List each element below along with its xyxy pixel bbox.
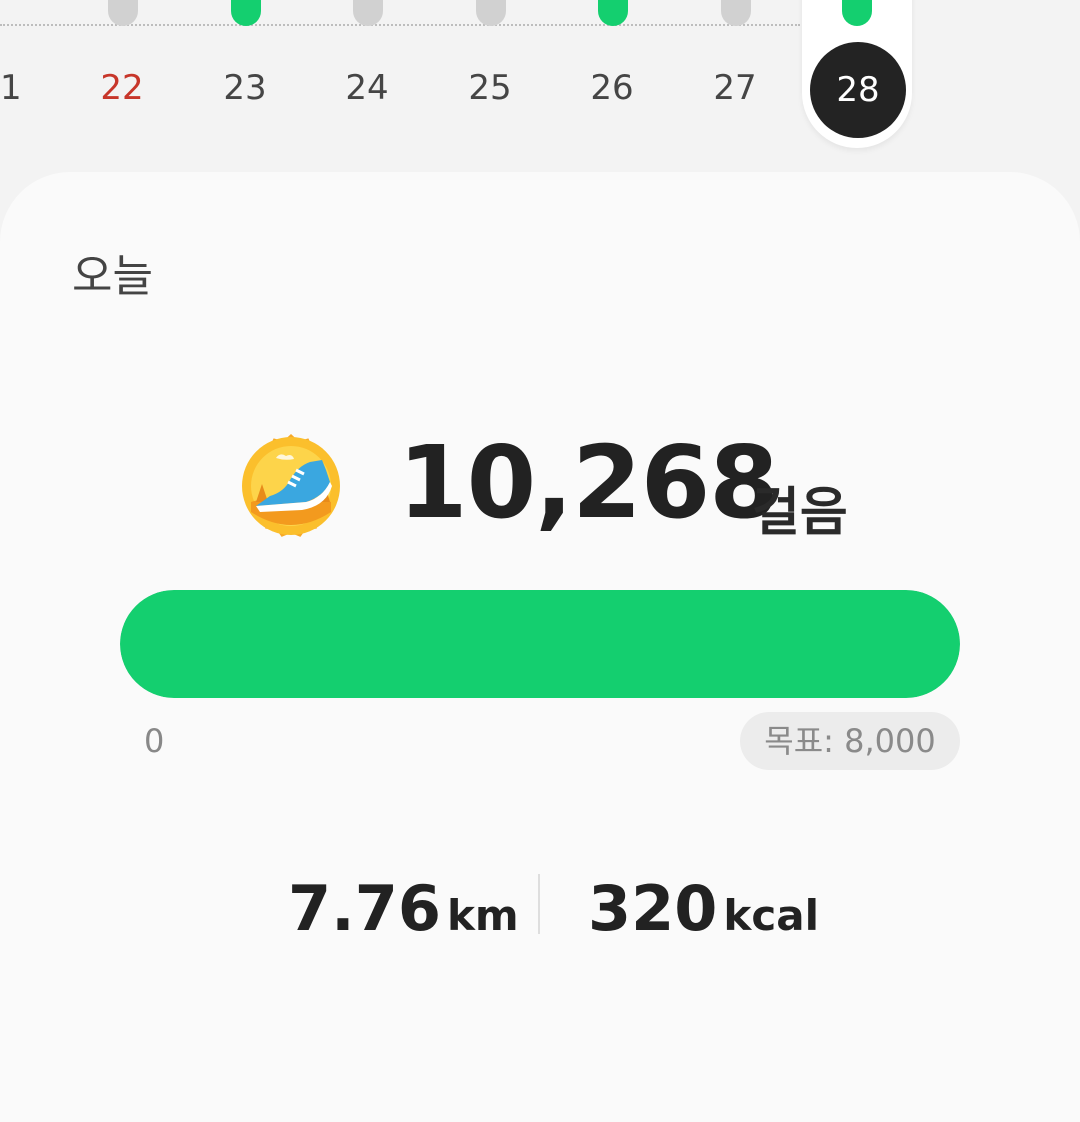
day-bar-22[interactable] (108, 0, 138, 26)
day-label-22[interactable]: 22 (82, 68, 162, 108)
day-label-25[interactable]: 25 (450, 68, 530, 108)
date-strip: 21 22 23 24 25 26 27 28 (0, 0, 1080, 170)
calories-stat: 320 kcal (588, 872, 819, 945)
distance-value: 7.76 (288, 872, 441, 945)
step-unit: 걸음 (752, 483, 848, 543)
day-label-21[interactable]: 21 (0, 68, 40, 108)
day-bar-23[interactable] (231, 0, 261, 26)
day-bar-24[interactable] (353, 0, 383, 26)
goal-chip[interactable]: 목표: 8,000 (740, 712, 960, 770)
stat-divider (538, 874, 540, 934)
day-bar-25[interactable] (476, 0, 506, 26)
calories-value: 320 (588, 872, 718, 945)
today-steps-card[interactable]: 오늘 10,268 걸음 0 목표: 8,000 7.76 km 320 kcal (0, 172, 1080, 1122)
card-title: 오늘 (72, 251, 153, 302)
running-shoe-badge-icon (242, 434, 340, 537)
day-label-24[interactable]: 24 (327, 68, 407, 108)
distance-stat: 7.76 km (288, 872, 519, 945)
day-label-26[interactable]: 26 (572, 68, 652, 108)
step-progress-fill (120, 590, 960, 698)
step-count: 10,268 (398, 424, 779, 541)
selected-day-28[interactable]: 28 (810, 42, 906, 138)
day-label-23[interactable]: 23 (205, 68, 285, 108)
progress-min-label: 0 (144, 722, 165, 760)
day-bar-28 (842, 0, 872, 26)
calories-unit: kcal (723, 891, 819, 940)
day-bar-27[interactable] (721, 0, 751, 26)
step-summary: 10,268 걸음 (0, 412, 1080, 562)
distance-unit: km (446, 891, 519, 940)
step-progress-bar (120, 590, 960, 698)
day-bar-26[interactable] (598, 0, 628, 26)
day-label-27[interactable]: 27 (695, 68, 775, 108)
selected-day-pill[interactable]: 28 (802, 0, 912, 148)
